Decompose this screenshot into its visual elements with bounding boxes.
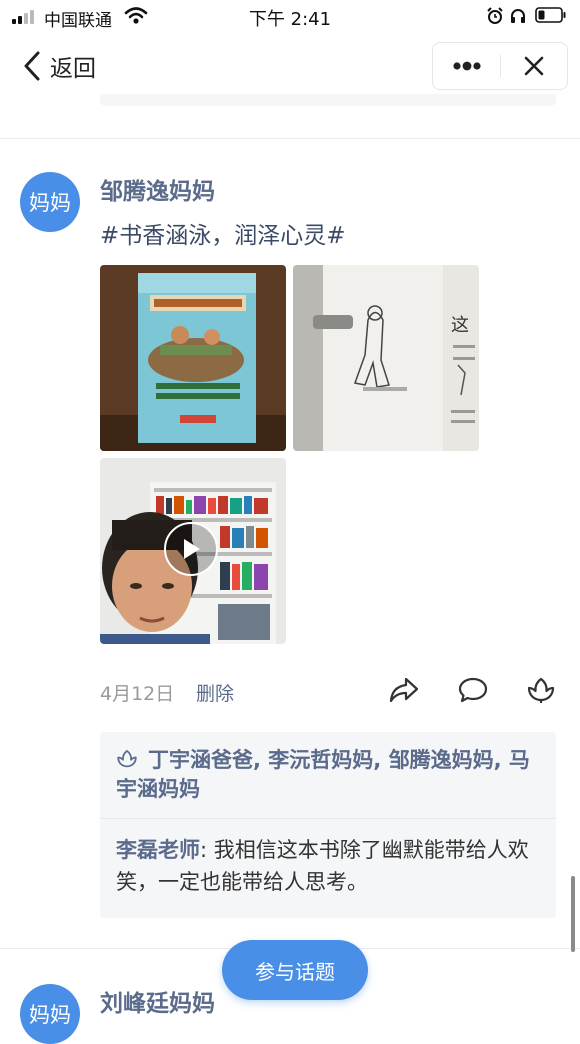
interaction-box: 丁宇涵爸爸, 李沅哲妈妈, 邹腾逸妈妈, 马宇涵妈妈 李磊老师: 我相信这本书除… (100, 732, 556, 918)
commenter-name[interactable]: 李磊老师 (116, 838, 200, 862)
comment-separator: : (200, 838, 214, 862)
nav-bar: 返回 (0, 34, 580, 102)
likes-list: 丁宇涵爸爸, 李沅哲妈妈, 邹腾逸妈妈, 马宇涵妈妈 (116, 746, 536, 804)
like-icon (527, 677, 555, 703)
comment-icon (458, 677, 488, 703)
avatar[interactable]: 妈妈 (20, 172, 80, 232)
mini-program-capsule (432, 42, 568, 90)
box-divider (100, 818, 556, 819)
more-button[interactable] (433, 43, 501, 89)
headphone-icon (511, 9, 525, 23)
svg-text:这: 这 (451, 315, 469, 336)
post-topic[interactable]: #书香涵泳，润泽心灵# (100, 216, 346, 250)
like-icon (117, 750, 137, 768)
share-button[interactable] (387, 673, 421, 707)
close-button[interactable] (501, 43, 567, 89)
post-divider (0, 138, 580, 139)
alarm-icon (487, 7, 503, 24)
join-topic-button[interactable]: 参与话题 (222, 940, 368, 1000)
likes-names[interactable]: 丁宇涵爸爸, 李沅哲妈妈, 邹腾逸妈妈, 马宇涵妈妈 (116, 748, 530, 801)
post-author[interactable]: 邹腾逸妈妈 (100, 172, 215, 206)
previous-post-box (100, 94, 556, 106)
battery-icon (535, 7, 566, 23)
avatar[interactable]: 妈妈 (20, 984, 80, 1044)
back-label: 返回 (50, 56, 96, 82)
comment-button[interactable] (456, 673, 490, 707)
like-button[interactable] (524, 673, 558, 707)
play-button[interactable] (164, 522, 218, 576)
scrollbar[interactable] (571, 876, 575, 952)
close-icon (524, 56, 544, 76)
post-author[interactable]: 刘峰廷妈妈 (100, 984, 215, 1018)
book-page-photo[interactable]: 这 (293, 265, 479, 451)
comment-item[interactable]: 李磊老师: 我相信这本书除了幽默能带给人欢笑，一定也能带给人思考。 (116, 834, 536, 898)
book-cover-photo[interactable] (100, 265, 286, 451)
back-button[interactable]: 返回 (22, 48, 96, 84)
reading-video[interactable] (100, 458, 286, 644)
status-bar: 中国联通 下午 2:41 (0, 0, 580, 34)
share-icon (389, 677, 419, 703)
more-icon (453, 61, 481, 71)
back-chevron-icon (24, 51, 40, 81)
play-icon (184, 539, 200, 559)
delete-button[interactable]: 删除 (196, 679, 234, 706)
post-date: 4月12日 (100, 683, 175, 705)
